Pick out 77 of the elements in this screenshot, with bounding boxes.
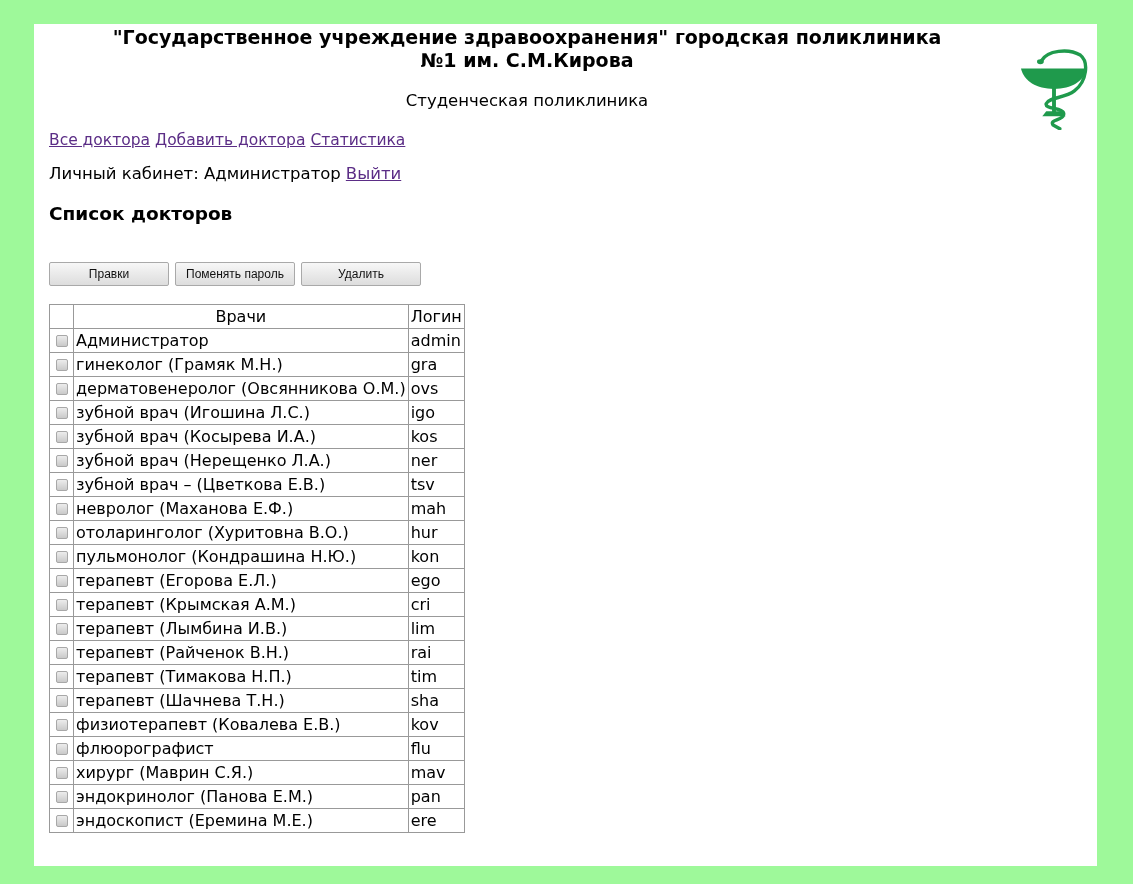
table-cell: rai — [408, 640, 465, 665]
table-cell: kos — [408, 424, 465, 449]
row-checkbox[interactable] — [55, 622, 68, 635]
table-cell: ner — [408, 448, 465, 473]
action-button[interactable]: Правки — [49, 262, 169, 286]
row-checkbox[interactable] — [55, 406, 68, 419]
table-cell: sha — [408, 688, 465, 713]
table-cell: зубной врач (Косырева И.А.) — [73, 424, 409, 449]
row-checkbox[interactable] — [55, 334, 68, 347]
table-cell: pan — [408, 784, 465, 809]
table-cell: ego — [408, 568, 465, 593]
table-cell: флюорографист — [73, 736, 409, 761]
table-cell: эндоскопист (Еремина М.Е.) — [73, 808, 409, 833]
action-button[interactable]: Поменять пароль — [175, 262, 295, 286]
table-cell: терапевт (Егорова Е.Л.) — [73, 568, 409, 593]
table-cell: cri — [408, 592, 465, 617]
row-checkbox[interactable] — [55, 670, 68, 683]
table-cell: admin — [408, 328, 465, 353]
section-heading: Список докторов — [49, 203, 234, 225]
table-cell: дерматовенеролог (Овсянникова О.М.) — [73, 376, 409, 401]
row-checkbox[interactable] — [55, 718, 68, 731]
row-checkbox[interactable] — [55, 382, 68, 395]
table-cell: гинеколог (Грамяк М.Н.) — [73, 352, 409, 377]
row-checkbox[interactable] — [55, 742, 68, 755]
table-cell: зубной врач (Нерещенко Л.А.) — [73, 448, 409, 473]
table-cell: tsv — [408, 472, 465, 497]
table-cell: терапевт (Лымбина И.В.) — [73, 616, 409, 641]
table-cell: igo — [408, 400, 465, 425]
page-subtitle: Студенческая поликлиника — [404, 91, 650, 111]
row-checkbox[interactable] — [55, 574, 68, 587]
table-cell: ovs — [408, 376, 465, 401]
table-cell: терапевт (Крымская А.М.) — [73, 592, 409, 617]
snake-and-bowl-icon — [1020, 48, 1088, 130]
row-checkbox[interactable] — [55, 430, 68, 443]
row-checkbox[interactable] — [55, 478, 68, 491]
table-cell: hur — [408, 520, 465, 545]
column-header: Логин — [408, 304, 465, 329]
row-checkbox[interactable] — [55, 598, 68, 611]
action-button[interactable]: Удалить — [301, 262, 421, 286]
table-cell: хирург (Маврин С.Я.) — [73, 760, 409, 785]
table-cell: kov — [408, 712, 465, 737]
table-cell: tim — [408, 664, 465, 689]
table-cell: невролог (Маханова Е.Ф.) — [73, 496, 409, 521]
table-cell: lim — [408, 616, 465, 641]
page-title: "Государственное учреждение здравоохранения" городская поликлиника №1 им. С.М.Кирова — [111, 26, 943, 72]
table-cell: зубной врач – (Цветкова Е.В.) — [73, 472, 409, 497]
row-checkbox[interactable] — [55, 358, 68, 371]
table-cell: эндокринолог (Панова Е.М.) — [73, 784, 409, 809]
row-checkbox[interactable] — [55, 790, 68, 803]
row-checkbox[interactable] — [55, 766, 68, 779]
row-checkbox[interactable] — [55, 454, 68, 467]
row-checkbox[interactable] — [55, 526, 68, 539]
nav-link[interactable]: Статистика — [310, 130, 406, 150]
row-checkbox[interactable] — [55, 694, 68, 707]
nav-link[interactable]: Добавить доктора — [155, 130, 306, 150]
table-cell: flu — [408, 736, 465, 761]
row-checkbox[interactable] — [55, 502, 68, 515]
table-cell: gra — [408, 352, 465, 377]
table-cell: терапевт (Тимакова Н.П.) — [73, 664, 409, 689]
row-checkbox[interactable] — [55, 550, 68, 563]
row-checkbox[interactable] — [55, 814, 68, 827]
table-cell: зубной врач (Игошина Л.С.) — [73, 400, 409, 425]
table-cell: пульмонолог (Кондрашина Н.Ю.) — [73, 544, 409, 569]
logout-link[interactable]: Выйти — [345, 164, 402, 184]
column-header: Врачи — [73, 304, 409, 329]
table-cell: отоларинголог (Хуритовна В.О.) — [73, 520, 409, 545]
table-cell: mah — [408, 496, 465, 521]
table-cell: физиотерапевт (Ковалева Е.В.) — [73, 712, 409, 737]
table-cell: kon — [408, 544, 465, 569]
nav-link[interactable]: Все доктора — [49, 130, 151, 150]
row-checkbox[interactable] — [55, 646, 68, 659]
table-cell: терапевт (Шачнева Т.Н.) — [73, 688, 409, 713]
table-cell: Администратор — [73, 328, 409, 353]
table-cell: mav — [408, 760, 465, 785]
table-cell: терапевт (Райченок В.Н.) — [73, 640, 409, 665]
account-label: Личный кабинет: Администратор — [49, 164, 341, 184]
table-cell: ere — [408, 808, 465, 833]
